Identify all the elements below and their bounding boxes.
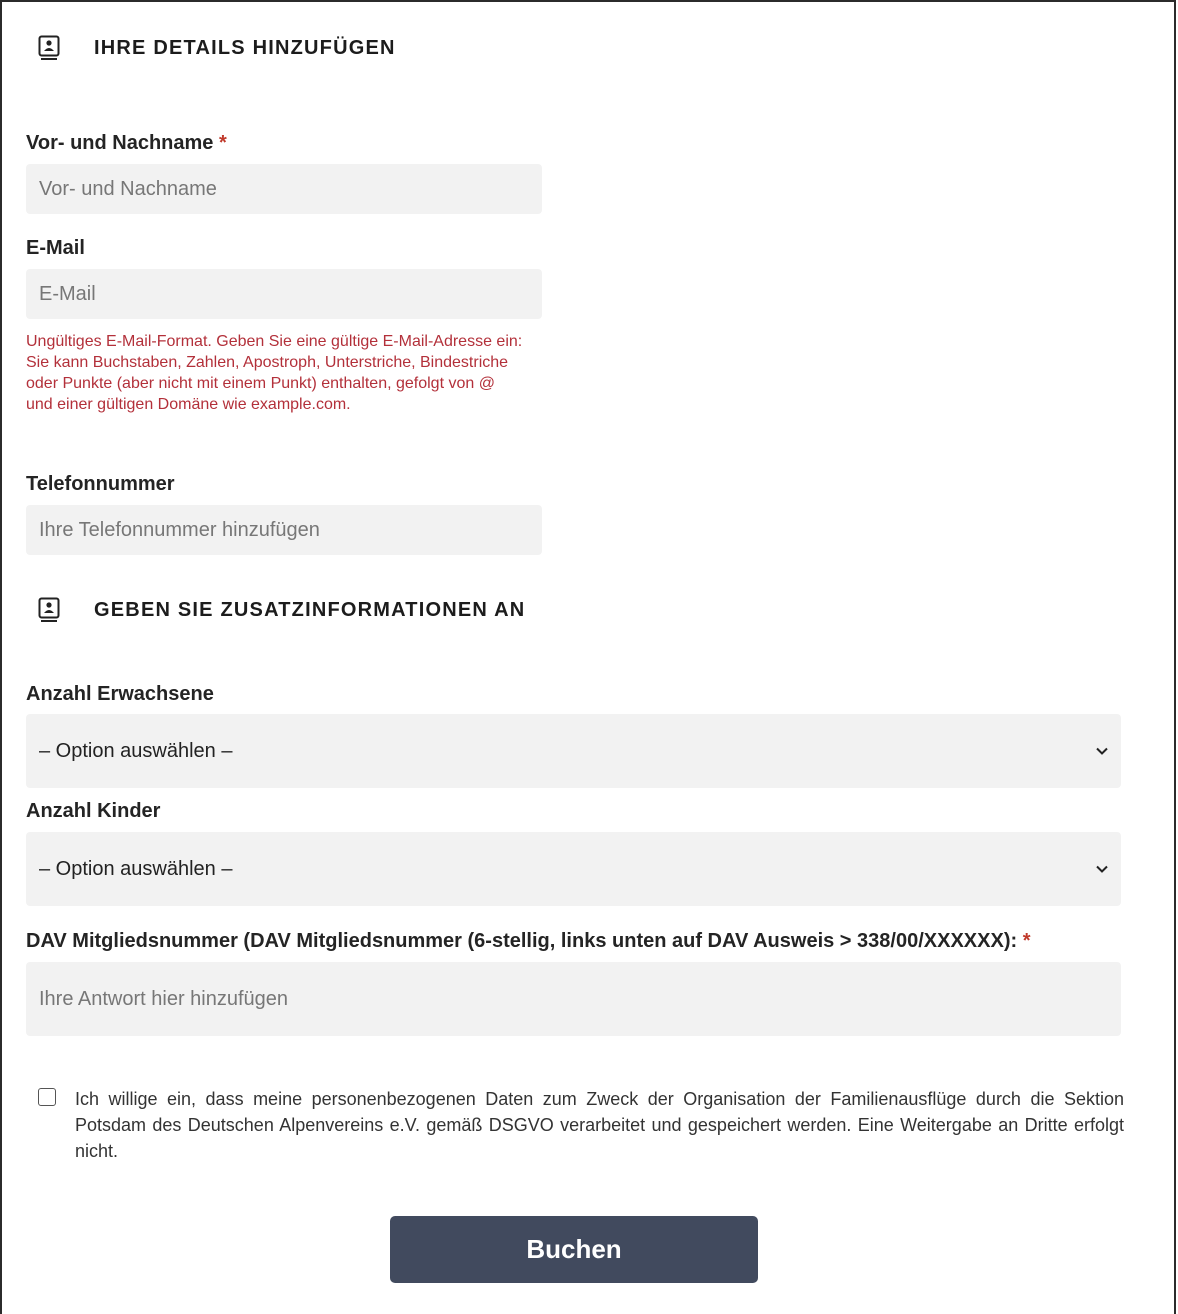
section-header-additional: GEBEN SIE ZUSATZINFORMATIONEN AN — [38, 597, 525, 623]
name-label-text: Vor- und Nachname — [26, 132, 214, 154]
dav-member-number-input[interactable] — [26, 962, 1121, 1036]
contact-card-icon — [38, 35, 60, 60]
dav-label: DAV Mitgliedsnummer (DAV Mitgliedsnummer… — [26, 930, 1031, 953]
section-header-details: IHRE DETAILS HINZUFÜGEN — [38, 35, 396, 61]
phone-input[interactable] — [26, 505, 542, 555]
consent-row: Ich willige ein, dass meine personenbezo… — [38, 1086, 1124, 1164]
required-marker: * — [219, 132, 227, 154]
children-label: Anzahl Kinder — [26, 800, 161, 822]
email-label: E-Mail — [26, 237, 85, 259]
consent-checkbox[interactable] — [38, 1088, 56, 1106]
name-input[interactable] — [26, 164, 542, 214]
section-title: GEBEN SIE ZUSATZINFORMATIONEN AN — [94, 598, 526, 621]
required-marker: * — [1022, 930, 1031, 952]
email-input[interactable] — [26, 269, 542, 319]
adults-select-value: – Option auswählen – — [39, 739, 233, 762]
contact-card-icon — [38, 597, 60, 622]
dav-label-text: DAV Mitgliedsnummer (DAV Mitgliedsnummer… — [26, 930, 1018, 952]
children-select[interactable]: – Option auswählen – — [26, 832, 1121, 906]
phone-label: Telefonnummer — [26, 473, 175, 495]
name-label: Vor- und Nachname * — [26, 132, 227, 155]
chevron-down-icon — [1096, 865, 1108, 873]
email-error-message: Ungültiges E-Mail-Format. Geben Sie eine… — [26, 333, 523, 413]
children-select-value: – Option auswählen – — [39, 857, 233, 880]
adults-label: Anzahl Erwachsene — [26, 683, 214, 705]
book-button[interactable]: Buchen — [390, 1216, 758, 1283]
chevron-down-icon — [1096, 747, 1108, 755]
adults-select[interactable]: – Option auswählen – — [26, 714, 1121, 788]
consent-text: Ich willige ein, dass meine personenbezo… — [75, 1089, 1124, 1161]
section-title: IHRE DETAILS HINZUFÜGEN — [94, 36, 396, 59]
